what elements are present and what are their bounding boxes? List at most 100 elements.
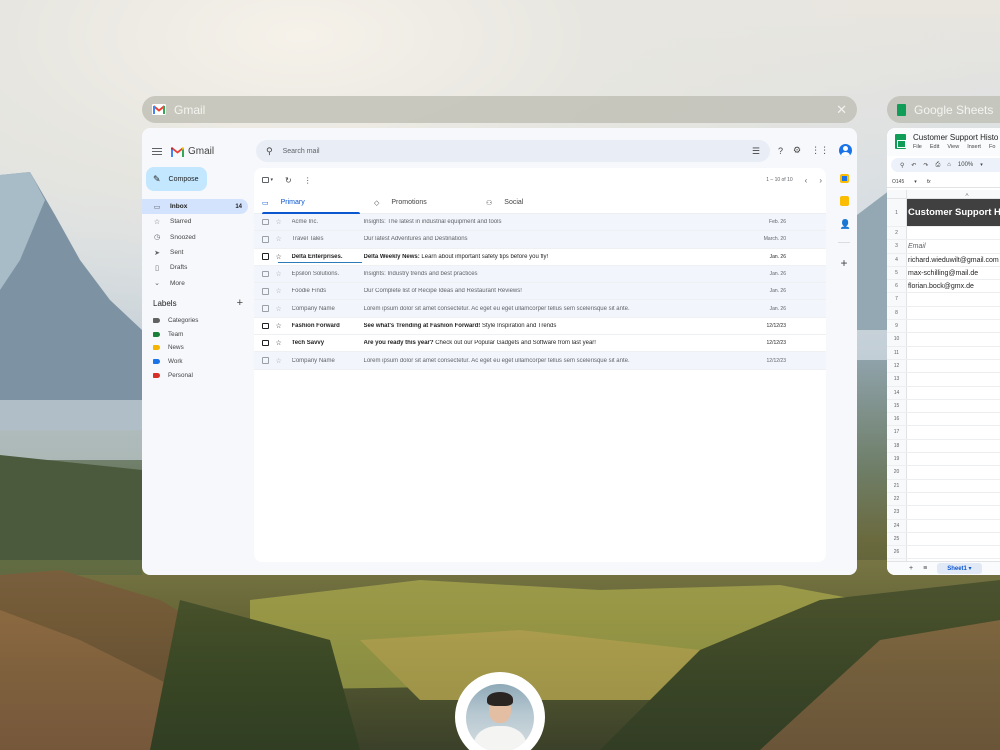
- mail-row[interactable]: ☆ Fashion Forward See what's Trending at…: [254, 317, 826, 336]
- apps-grid-icon[interactable]: ⋮⋮: [811, 145, 829, 156]
- star-icon[interactable]: ☆: [276, 305, 286, 313]
- mail-row[interactable]: ☆ Acme Inc. Insights: The latest in indu…: [254, 214, 826, 232]
- menu-insert[interactable]: Insert: [967, 144, 981, 150]
- row-checkbox[interactable]: [262, 288, 269, 295]
- row-number[interactable]: 15: [887, 399, 907, 413]
- star-icon[interactable]: ☆: [276, 270, 286, 278]
- email-cell[interactable]: max-schilling@mail.de: [907, 267, 1000, 279]
- star-icon[interactable]: ☆: [276, 339, 286, 347]
- label-item-news[interactable]: News: [142, 341, 248, 355]
- search-input[interactable]: Search mail: [283, 148, 320, 155]
- label-item-personal[interactable]: Personal: [142, 368, 248, 382]
- sheet-title[interactable]: Customer Support Histo: [913, 133, 998, 142]
- print-icon[interactable]: ⎙: [935, 162, 940, 169]
- star-icon[interactable]: ☆: [276, 322, 286, 330]
- row-number[interactable]: 1: [887, 199, 907, 226]
- row-number[interactable]: 18: [887, 439, 907, 453]
- redo-icon[interactable]: ↷: [923, 162, 928, 169]
- row-number[interactable]: 20: [887, 466, 907, 479]
- row-checkbox[interactable]: [262, 305, 269, 312]
- sheet-cell[interactable]: [907, 373, 1000, 385]
- label-item-team[interactable]: Team: [142, 328, 248, 342]
- nav-item-sent[interactable]: ➤ Sent: [142, 245, 248, 260]
- calendar-icon[interactable]: [839, 174, 849, 183]
- close-icon[interactable]: ✕: [836, 102, 847, 118]
- nav-item-more[interactable]: ⌄ More: [142, 275, 248, 290]
- more-options-icon[interactable]: ⋮: [304, 176, 312, 185]
- row-number[interactable]: 3: [887, 240, 907, 253]
- mail-row[interactable]: ☆ Company Name Lorem ipsum dolor sit ame…: [254, 352, 826, 370]
- grid-corner[interactable]: [887, 190, 907, 198]
- tab-promotions[interactable]: ◇ Promotions: [366, 192, 478, 213]
- row-number[interactable]: 22: [887, 492, 907, 506]
- tab-primary[interactable]: ▭ Primary: [254, 192, 366, 214]
- sheet-cell[interactable]: [907, 413, 1000, 425]
- row-number[interactable]: 8: [887, 306, 907, 320]
- row-number[interactable]: 23: [887, 506, 907, 519]
- nav-item-drafts[interactable]: ▯ Drafts: [142, 260, 248, 275]
- row-number[interactable]: 14: [887, 386, 907, 399]
- email-cell[interactable]: richard.wieduwilt@gmail.com: [907, 254, 1000, 266]
- star-icon[interactable]: ☆: [276, 357, 286, 365]
- row-checkbox[interactable]: [262, 322, 269, 330]
- row-checkbox[interactable]: [262, 236, 269, 243]
- contacts-icon[interactable]: 👤: [840, 219, 851, 229]
- row-checkbox[interactable]: [262, 339, 269, 347]
- header-cell[interactable]: Email: [907, 240, 1000, 252]
- row-number[interactable]: 24: [887, 519, 907, 532]
- help-icon[interactable]: ?: [778, 146, 783, 156]
- sheet-cell[interactable]: [907, 293, 1000, 305]
- undo-icon[interactable]: ↶: [911, 162, 916, 169]
- banner-cell[interactable]: Customer Support H: [907, 199, 1000, 226]
- sheet-cell[interactable]: [907, 400, 1000, 412]
- mail-row[interactable]: ☆ Company Name Lorem ipsum dolor sit ame…: [254, 300, 826, 318]
- sheet-tab[interactable]: Sheet1 ▾: [937, 563, 982, 574]
- star-icon[interactable]: ☆: [276, 253, 286, 261]
- menu-icon[interactable]: [152, 147, 162, 156]
- star-icon[interactable]: ☆: [276, 287, 286, 295]
- sheet-cell[interactable]: [907, 426, 1000, 438]
- sheet-cell[interactable]: [907, 533, 1000, 545]
- gear-icon[interactable]: ⚙: [793, 145, 801, 156]
- all-sheets-icon[interactable]: ≡: [923, 565, 927, 572]
- paint-format-icon[interactable]: ⌂: [947, 162, 951, 168]
- nav-item-snoozed[interactable]: ◷ Snoozed: [142, 230, 248, 245]
- zoom-select[interactable]: 100%: [958, 162, 973, 168]
- mail-row[interactable]: ☆ Foodie Finds Our Complete list of Reci…: [254, 283, 826, 301]
- mail-row[interactable]: ☆ Travel Tales Our latest Adventures and…: [254, 231, 826, 249]
- add-label-icon[interactable]: +: [237, 297, 243, 309]
- row-number[interactable]: 25: [887, 532, 907, 546]
- sheet-cell[interactable]: [907, 227, 1000, 239]
- gmail-window-bar[interactable]: Gmail ✕: [142, 96, 857, 123]
- mail-row[interactable]: ☆ Tech Savvy Are you ready this year? Ch…: [254, 335, 826, 353]
- menu-view[interactable]: View: [947, 144, 959, 150]
- sheet-cell[interactable]: [907, 506, 1000, 518]
- row-number[interactable]: 5: [887, 266, 907, 280]
- sheet-cell[interactable]: [907, 493, 1000, 505]
- sheets-window-bar[interactable]: Google Sheets: [887, 96, 1000, 123]
- sheet-cell[interactable]: [907, 333, 1000, 345]
- sheet-cell[interactable]: [907, 307, 1000, 319]
- menu-file[interactable]: File: [913, 144, 922, 150]
- row-number[interactable]: 19: [887, 453, 907, 466]
- nav-item-inbox[interactable]: ▭ Inbox 14: [142, 199, 248, 215]
- row-checkbox[interactable]: [262, 270, 269, 278]
- menu-format[interactable]: Fo: [989, 144, 995, 150]
- row-number[interactable]: 16: [887, 413, 907, 426]
- sheet-cell[interactable]: [907, 387, 1000, 399]
- sheet-cell[interactable]: [907, 453, 1000, 465]
- compose-button[interactable]: ✎ Compose: [146, 167, 207, 191]
- star-icon[interactable]: ☆: [276, 218, 286, 226]
- row-number[interactable]: 17: [887, 426, 907, 439]
- chevron-down-icon[interactable]: ▾: [980, 162, 983, 168]
- sheet-cell[interactable]: [907, 466, 1000, 478]
- row-number[interactable]: 21: [887, 479, 907, 492]
- sheet-cell[interactable]: [907, 440, 1000, 452]
- keep-icon[interactable]: [839, 196, 849, 206]
- menu-edit[interactable]: Edit: [930, 144, 939, 150]
- row-number[interactable]: 13: [887, 373, 907, 386]
- row-number[interactable]: 10: [887, 333, 907, 346]
- sheet-cell[interactable]: [907, 360, 1000, 372]
- chevron-right-icon[interactable]: ›: [819, 176, 822, 185]
- search-bar[interactable]: ⚲ Search mail ☰: [256, 140, 770, 162]
